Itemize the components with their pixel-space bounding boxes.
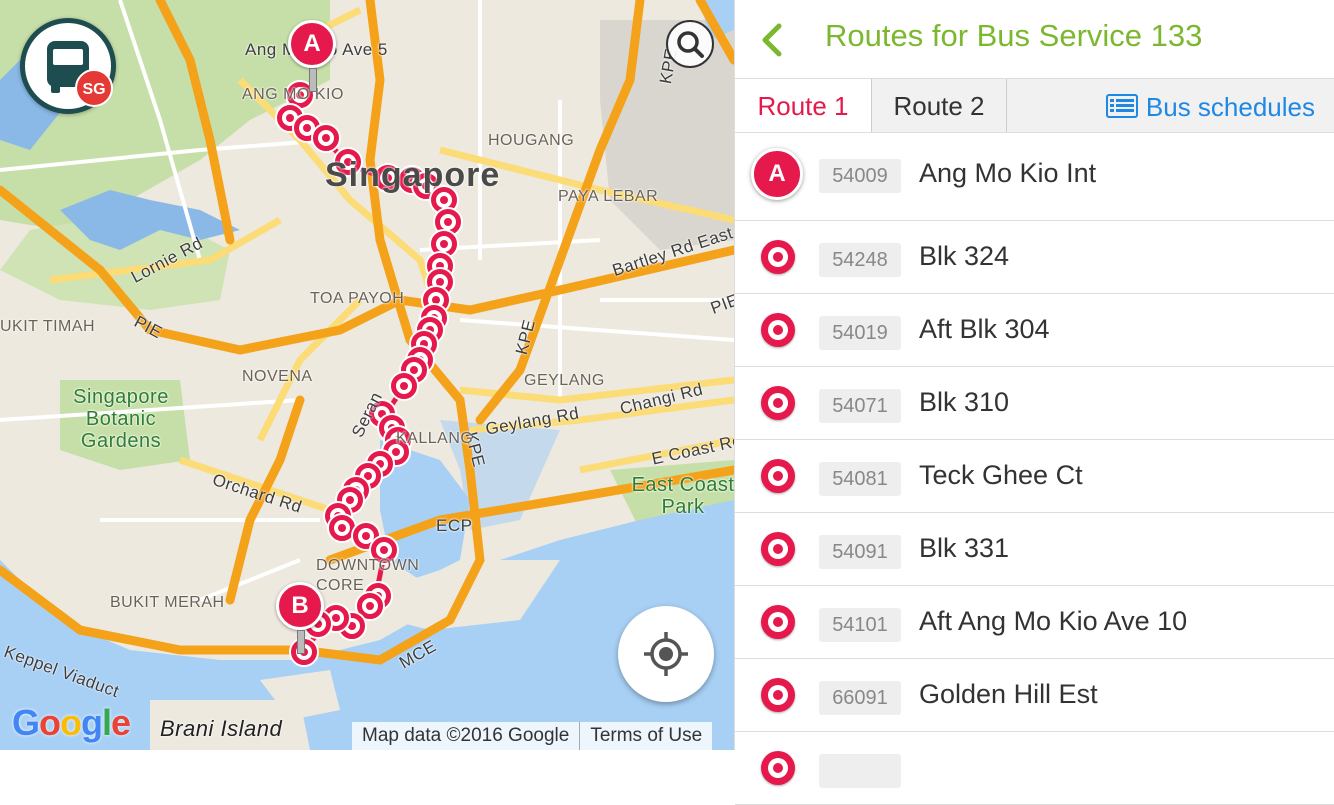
stop-name: Ang Mo Kio Int [919,158,1097,188]
map-label-bukit-timah: UKIT TIMAH [0,318,96,335]
map-bus-stop-dot [440,196,448,204]
stop-name: Blk 331 [919,533,1010,563]
map-label-botanic-gardens: Singapore Botanic Gardens [73,386,169,452]
stop-name: Aft Blk 304 [919,314,1050,344]
my-location-button[interactable] [618,606,714,702]
map-bus-stop-dot [286,114,294,122]
route-tabs: Route 1 Route 2 Bus schedules [735,79,1334,133]
stop-name: Teck Ghee Ct [919,460,1083,490]
route-panel: Routes for Bus Service 133 Route 1 Route… [734,0,1334,805]
google-logo: Google [12,702,131,743]
route-map[interactable]: Ang Mo Kio Ave 5 ANG MO KIO HOUGANG Sing… [0,0,734,750]
bus-stop-icon [761,313,795,347]
stop-row[interactable]: 54248 Blk 324 [735,221,1334,294]
search-icon [677,31,704,58]
stop-list: A 54009 Ang Mo Kio Int 54248 Blk 324 540… [735,134,1334,805]
crosshair-icon [644,632,688,676]
map-label-toa-payoh: TOA PAYOH [310,290,405,307]
map-label-paya-lebar: PAYA LEBAR [558,188,659,205]
terms-of-use-link[interactable]: Terms of Use [579,722,712,750]
stop-code: 54009 [819,159,901,193]
bus-stop-icon [761,240,795,274]
stop-row[interactable]: A 54009 Ang Mo Kio Int [735,134,1334,221]
map-bus-stop-dot [303,124,311,132]
map-bus-stop-dot [392,448,400,456]
stop-code: 54248 [819,243,901,277]
map-label-hougang: HOUGANG [488,132,575,149]
stop-name: Blk 310 [919,387,1010,417]
bus-stop-icon [761,386,795,420]
back-button[interactable] [753,18,793,62]
stop-code: 54019 [819,316,901,350]
stop-code: 54101 [819,608,901,642]
stop-code: 54071 [819,389,901,423]
panel-header: Routes for Bus Service 133 [735,0,1334,79]
tab-route-1[interactable]: Route 1 [735,79,871,132]
stop-row[interactable] [735,732,1334,805]
stop-row[interactable]: 54071 Blk 310 [735,367,1334,440]
map-label-brani-island: Brani Island [160,716,283,741]
map-label-novena: NOVENA [242,368,313,385]
map-bus-stop-dot [332,614,340,622]
start-stop-icon: A [751,148,803,200]
stop-row[interactable]: 54101 Aft Ang Mo Kio Ave 10 [735,586,1334,659]
map-label-east-coast-park: East Coast Park [631,474,734,518]
stop-name: Blk 324 [919,241,1010,271]
bus-stop-icon [761,751,795,785]
map-bus-stop-dot [366,602,374,610]
list-icon [1105,81,1138,137]
bus-stop-icon [761,605,795,639]
map-search-button[interactable] [666,20,714,68]
map-bus-stop-dot [444,218,452,226]
route-start-marker[interactable]: A [288,20,340,92]
map-bus-stop-dot [362,532,370,540]
map-bus-stop-dot [322,134,330,142]
tab-route-2[interactable]: Route 2 [871,79,1007,132]
stop-row[interactable]: 54081 Teck Ghee Ct [735,440,1334,513]
stop-name: Golden Hill Est [919,679,1098,709]
map-bus-stop-dot [380,546,388,554]
marker-pin [309,68,317,92]
bus-stop-icon [761,532,795,566]
stop-code: 54081 [819,462,901,496]
stop-code [819,754,901,788]
bus-stop-icon [761,459,795,493]
marker-pin [297,630,305,654]
map-label-geylang: GEYLANG [524,372,605,389]
bus-stop-icon [761,678,795,712]
map-bus-stop-dot [400,382,408,390]
bus-schedules-link[interactable]: Bus schedules [1105,79,1315,132]
route-end-marker[interactable]: B [276,582,328,654]
bus-schedules-label: Bus schedules [1145,92,1315,122]
app-logo[interactable]: SG [20,18,116,114]
page-title: Routes for Bus Service 133 [825,18,1203,53]
stop-row[interactable]: 66091 Golden Hill Est [735,659,1334,732]
sg-badge: SG [75,69,113,107]
map-data-credit: Map data ©2016 Google [362,725,570,746]
map-label-bukit-merah: BUKIT MERAH [110,594,225,611]
map-label-singapore: Singapore [325,156,501,194]
map-attribution: Map data ©2016 Google Terms of Use [352,722,713,750]
chevron-left-icon [762,23,782,57]
stop-code: 66091 [819,681,901,715]
map-bus-stop-dot [410,366,418,374]
stop-row[interactable]: 54091 Blk 331 [735,513,1334,586]
map-label-kallang: KALLANG [396,430,474,447]
map-bus-stop-dot [338,524,346,532]
map-bus-stop-dot [346,496,354,504]
marker-a-label: A [288,20,336,68]
map-label-ecp: ECP [436,516,473,535]
stop-row[interactable]: 54019 Aft Blk 304 [735,294,1334,367]
marker-b-label: B [276,582,324,630]
map-label-downtown-core: DOWNTOWN CORE [316,557,420,594]
stop-name: Aft Ang Mo Kio Ave 10 [919,606,1188,636]
map-bus-stop-dot [440,240,448,248]
map-bus-stop-dot [432,296,440,304]
stop-code: 54091 [819,535,901,569]
map-bus-stop-dot [436,278,444,286]
